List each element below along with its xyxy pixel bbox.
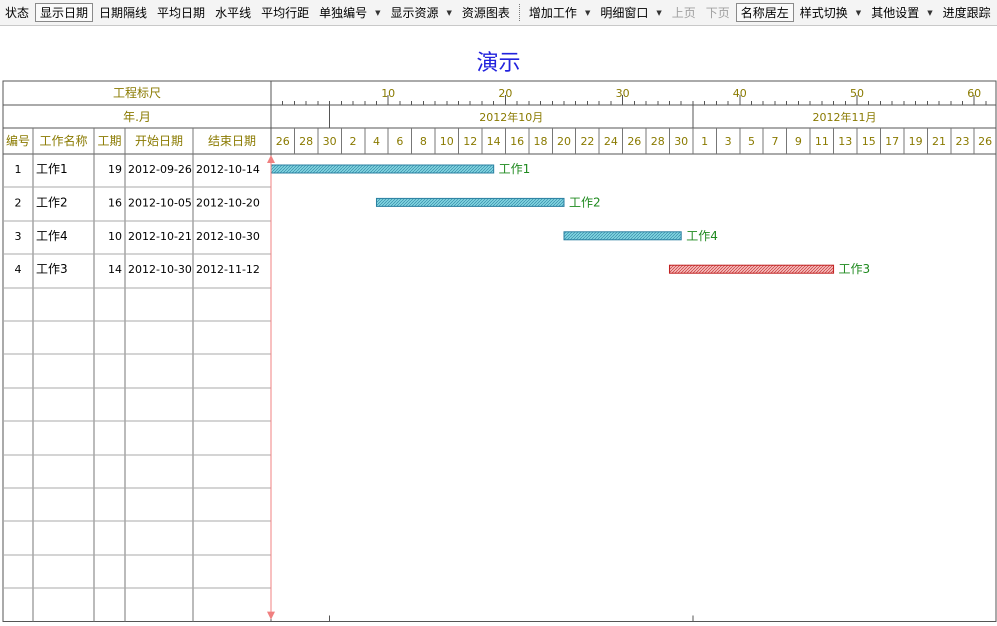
task-name[interactable]: 工作1 — [36, 162, 68, 176]
day-label: 10 — [440, 135, 454, 148]
day-label: 26 — [276, 135, 290, 148]
month-label: 2012年10月 — [479, 110, 543, 124]
task-id: 3 — [15, 230, 22, 243]
day-label: 5 — [748, 135, 755, 148]
scale-label: 工程标尺 — [113, 85, 161, 100]
day-label: 18 — [534, 135, 548, 148]
task-duration: 16 — [108, 196, 122, 209]
day-label: 30 — [674, 135, 688, 148]
day-label: 26 — [627, 135, 641, 148]
task-start-date: 2012-10-21 — [128, 230, 192, 243]
up-arrow-icon — [267, 155, 275, 163]
task-bar[interactable] — [668, 264, 835, 274]
day-label: 22 — [580, 135, 594, 148]
day-label: 30 — [323, 135, 337, 148]
day-label: 19 — [909, 135, 923, 148]
month-label: 2012年11月 — [812, 110, 876, 124]
task-name[interactable]: 工作2 — [36, 195, 68, 209]
ruler-label: 60 — [967, 87, 981, 100]
task-id: 2 — [15, 196, 22, 209]
task-bar[interactable] — [270, 164, 495, 174]
day-label: 21 — [932, 135, 946, 148]
day-label: 1 — [701, 135, 708, 148]
day-label: 24 — [604, 135, 618, 148]
ruler-label: 50 — [850, 87, 864, 100]
gantt-chart: 工程标尺年.月编号 工作名称 工期 开始日期 结束日期 10 20 30 40 50 60 2012年… — [2, 80, 997, 623]
day-label: 2 — [350, 135, 357, 148]
column-header: 工期 — [97, 134, 121, 148]
day-label: 7 — [771, 135, 778, 148]
day-label: 12 — [463, 135, 477, 148]
day-label: 9 — [795, 135, 802, 148]
down-arrow-icon — [267, 611, 275, 620]
task-end-date: 2012-11-12 — [196, 263, 260, 276]
task-bar[interactable] — [563, 231, 682, 241]
day-label: 20 — [557, 135, 571, 148]
task-id: 1 — [15, 163, 22, 176]
column-header: 结束日期 — [208, 134, 256, 148]
day-label: 28 — [651, 135, 665, 148]
yearmonth-label: 年.月 — [123, 110, 151, 124]
ruler-label: 30 — [616, 87, 630, 100]
task-bar-label: 工作3 — [839, 262, 871, 276]
column-header: 工作名称 — [39, 133, 87, 148]
task-bar-label: 工作1 — [499, 162, 531, 176]
task-end-date: 2012-10-14 — [196, 163, 260, 176]
column-header: 开始日期 — [135, 134, 183, 148]
task-start-date: 2012-10-30 — [128, 263, 192, 276]
ruler-label: 10 — [381, 87, 395, 100]
day-label: 28 — [299, 135, 313, 148]
day-label: 4 — [373, 135, 380, 148]
task-end-date: 2012-10-30 — [196, 230, 260, 243]
ruler-label: 20 — [498, 87, 512, 100]
task-end-date: 2012-10-20 — [196, 196, 260, 209]
day-label: 16 — [510, 135, 524, 148]
day-label: 17 — [885, 135, 899, 148]
day-label: 3 — [725, 135, 732, 148]
day-label: 13 — [838, 135, 852, 148]
day-label: 14 — [487, 135, 501, 148]
day-label: 8 — [420, 135, 427, 148]
task-bar-label: 工作4 — [686, 229, 718, 243]
day-label: 26 — [978, 135, 992, 148]
task-name[interactable]: 工作4 — [36, 229, 68, 243]
task-name[interactable]: 工作3 — [36, 262, 68, 276]
task-id: 4 — [15, 263, 22, 276]
task-start-date: 2012-09-26 — [128, 163, 192, 176]
day-label: 6 — [396, 135, 403, 148]
ruler-label: 40 — [733, 87, 747, 100]
task-bar-label: 工作2 — [569, 195, 601, 209]
day-label: 11 — [815, 135, 829, 148]
task-bar[interactable] — [375, 197, 565, 207]
task-duration: 14 — [108, 263, 122, 276]
day-label: 23 — [955, 135, 969, 148]
task-duration: 10 — [108, 230, 122, 243]
day-label: 15 — [862, 135, 876, 148]
column-header: 编号 — [6, 133, 30, 148]
task-start-date: 2012-10-05 — [128, 196, 192, 209]
task-duration: 19 — [108, 163, 122, 176]
